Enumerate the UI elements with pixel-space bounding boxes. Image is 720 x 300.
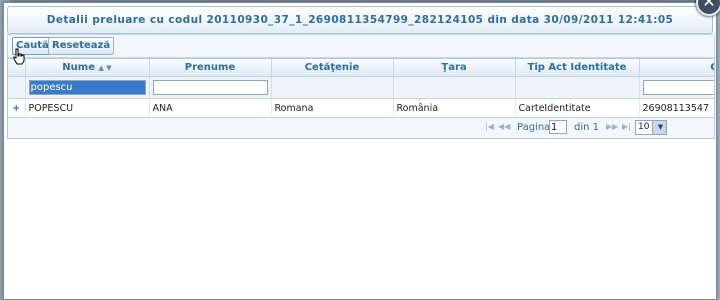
cell-cetatenie: Romana [271, 98, 394, 119]
column-header-cnp[interactable]: CNP/ Nr C [639, 59, 714, 77]
details-dialog: Detalii preluare cu codul 20110930_37_1_… [3, 2, 717, 300]
column-label: Nume [62, 62, 95, 73]
cell-tara: România [393, 98, 516, 119]
filter-cell [25, 76, 150, 99]
dialog-title: Detalii preluare cu codul 20110930_37_1_… [7, 6, 713, 34]
results-grid: Nume ▲ ▼ Prenume Cetăţenie Ţara Tip Act … [7, 58, 715, 139]
filter-cell [149, 76, 272, 99]
filter-cell [515, 76, 640, 99]
rows-per-page-select[interactable]: 10 ▼ [635, 120, 667, 135]
plus-icon[interactable]: + [8, 98, 26, 119]
sort-arrows-icon[interactable]: ▲ ▼ [98, 64, 111, 72]
column-header-tip-act[interactable]: Tip Act Identitate [515, 59, 640, 77]
filter-row [8, 76, 714, 99]
page-number-input[interactable] [549, 120, 567, 134]
chevron-down-icon[interactable]: ▼ [652, 121, 666, 134]
rows-per-page-value: 10 [638, 122, 650, 132]
filter-cell [271, 76, 394, 99]
cell-nume: POPESCU [25, 98, 150, 119]
filter-cell [393, 76, 516, 99]
column-header-prenume[interactable]: Prenume [149, 59, 272, 77]
search-toolbar: Caută Resetează [7, 34, 715, 58]
next-page-icon[interactable]: ▶▶ [606, 122, 618, 131]
reset-button[interactable]: Resetează [48, 37, 115, 55]
column-header-tara[interactable]: Ţara [393, 59, 516, 77]
page-label: Pagina [517, 122, 551, 133]
column-header-cetatenie[interactable]: Cetăţenie [271, 59, 394, 77]
last-page-icon[interactable]: ▶| [622, 122, 631, 131]
cell-cnp: 26908113547 [639, 98, 714, 119]
prenume-filter-input[interactable] [152, 80, 268, 95]
page-count: din 1 [574, 122, 600, 133]
first-page-icon[interactable]: |◀ [485, 122, 494, 131]
filter-cell-empty [8, 76, 26, 99]
cell-prenume: ANA [149, 98, 272, 119]
nume-filter-input[interactable] [28, 80, 146, 95]
cell-tip-act: CarteIdentitate [515, 98, 640, 119]
results-table: Nume ▲ ▼ Prenume Cetăţenie Ţara Tip Act … [8, 59, 714, 119]
table-row[interactable]: + POPESCU ANA Romana România CarteIdenti… [8, 98, 714, 119]
column-header-nume[interactable]: Nume ▲ ▼ [25, 59, 150, 77]
hand-cursor-icon [13, 48, 25, 65]
pager: |◀ ◀◀ Pagina din 1 ▶▶ ▶| 10 ▼ [8, 117, 714, 138]
cnp-filter-input[interactable] [642, 80, 714, 95]
prev-page-icon[interactable]: ◀◀ [498, 122, 510, 131]
filter-cell [639, 76, 714, 99]
header-row: Nume ▲ ▼ Prenume Cetăţenie Ţara Tip Act … [8, 59, 714, 77]
